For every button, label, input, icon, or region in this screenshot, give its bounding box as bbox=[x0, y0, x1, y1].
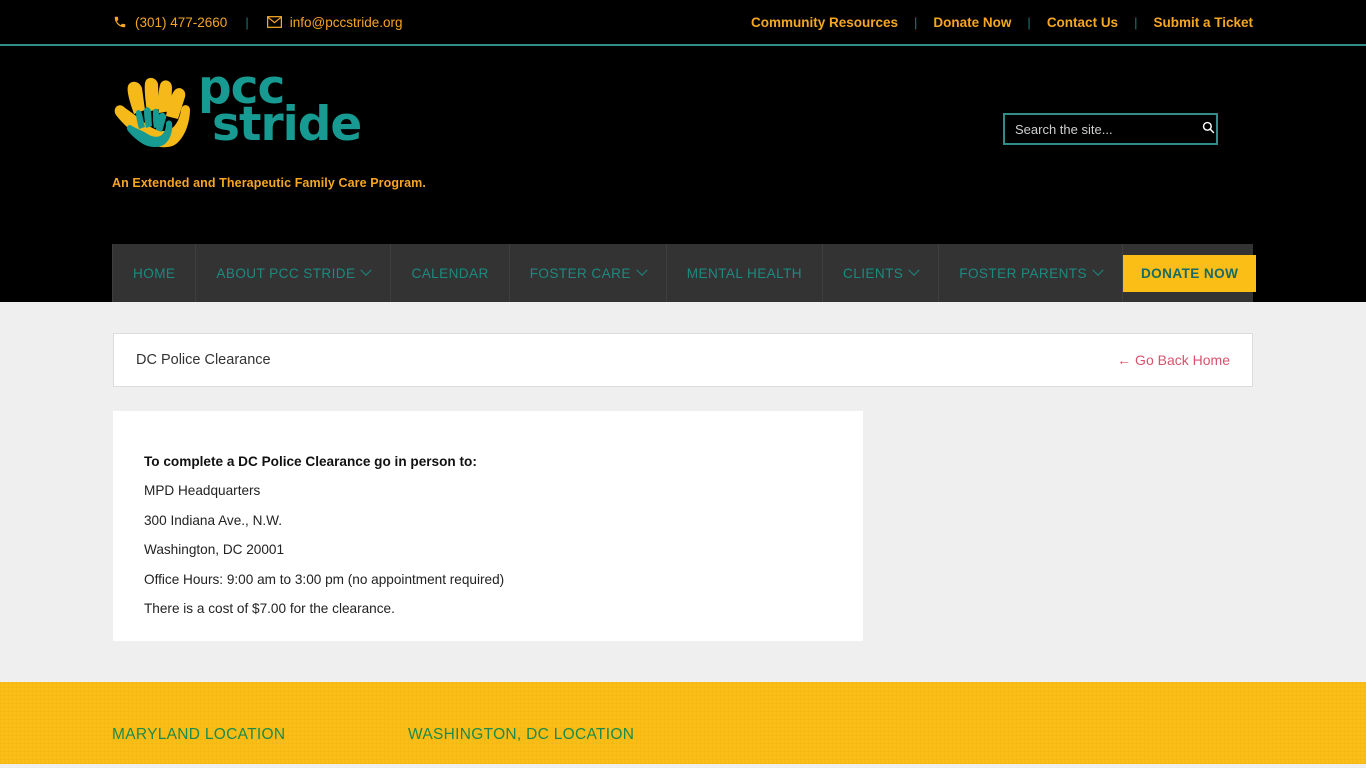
nav-label-calendar: CALENDAR bbox=[411, 265, 489, 281]
link-submit-a-ticket[interactable]: Submit a Ticket bbox=[1153, 15, 1253, 30]
phone-icon bbox=[112, 14, 128, 30]
topbar-separator-3: | bbox=[1027, 14, 1031, 30]
page-title: DC Police Clearance bbox=[136, 352, 271, 368]
nav-item-about-pcc-stride[interactable]: ABOUT PCC STRIDE bbox=[196, 244, 392, 302]
footer-title-washington-dc: WASHINGTON, DC LOCATION bbox=[408, 726, 635, 743]
body-line-hours: Office Hours: 9:00 am to 3:00 pm (no app… bbox=[144, 571, 505, 587]
site-tagline: An Extended and Therapeutic Family Care … bbox=[112, 176, 426, 190]
search-input[interactable] bbox=[1005, 115, 1201, 143]
topbar-separator-2: | bbox=[914, 14, 918, 30]
chevron-down-icon bbox=[360, 264, 373, 276]
footer-title-maryland: MARYLAND LOCATION bbox=[112, 726, 286, 743]
footer-column-washington-dc: WASHINGTON, DC LOCATION bbox=[408, 726, 634, 744]
nav-label-about-pcc-stride: ABOUT PCC STRIDE bbox=[216, 265, 356, 281]
search-submit-button[interactable] bbox=[1201, 115, 1216, 143]
nav-band: HOME ABOUT PCC STRIDE CALENDAR FOSTER CA… bbox=[0, 244, 1366, 302]
chevron-down-icon bbox=[636, 264, 648, 276]
envelope-icon bbox=[267, 14, 283, 30]
site-header: pcc stride An Extended and Therapeutic F… bbox=[0, 46, 1366, 244]
main-content: DC Police Clearance ← Go Back Home To co… bbox=[0, 302, 1366, 682]
go-back-home-link[interactable]: ← Go Back Home bbox=[1117, 352, 1230, 368]
topbar-separator-1: | bbox=[245, 14, 249, 30]
top-contact-group: (301) 477-2660 | info@pccstride.org bbox=[112, 14, 402, 30]
logo-wordmark: pcc stride bbox=[198, 64, 362, 152]
email-address: info@pccstride.org bbox=[289, 14, 403, 30]
primary-navigation: HOME ABOUT PCC STRIDE CALENDAR FOSTER CA… bbox=[112, 244, 1257, 302]
nav-label-mental-health: MENTAL HEALTH bbox=[686, 265, 803, 281]
email-link[interactable]: info@pccstride.org bbox=[267, 14, 403, 30]
phone-number: (301) 477-2660 bbox=[135, 14, 228, 30]
top-utility-bar: (301) 477-2660 | info@pccstride.org Comm… bbox=[0, 0, 1366, 46]
hand-logo-icon bbox=[112, 74, 204, 160]
site-search[interactable] bbox=[1003, 113, 1218, 145]
phone-link[interactable]: (301) 477-2660 bbox=[112, 14, 227, 30]
nav-item-calendar[interactable]: CALENDAR bbox=[391, 244, 510, 302]
nav-item-mental-health[interactable]: MENTAL HEALTH bbox=[667, 244, 824, 302]
nav-label-foster-parents: FOSTER PARENTS bbox=[959, 265, 1087, 281]
nav-label-home: HOME bbox=[133, 265, 176, 281]
body-line-lead: To complete a DC Police Clearance go in … bbox=[144, 454, 477, 469]
link-contact-us[interactable]: Contact Us bbox=[1047, 15, 1118, 30]
search-icon bbox=[1202, 121, 1215, 137]
nav-item-clients[interactable]: CLIENTS bbox=[823, 244, 940, 302]
nav-item-foster-care[interactable]: FOSTER CARE bbox=[510, 244, 667, 302]
body-line-cost: There is a cost of $7.00 for the clearan… bbox=[144, 601, 395, 617]
logo-word-stride: stride bbox=[212, 96, 362, 152]
nav-item-foster-parents[interactable]: FOSTER PARENTS bbox=[939, 244, 1123, 302]
article-body: To complete a DC Police Clearance go in … bbox=[113, 411, 863, 641]
chevron-down-icon bbox=[908, 264, 920, 276]
nav-label-clients: CLIENTS bbox=[843, 265, 904, 281]
donate-now-button[interactable]: DONATE NOW bbox=[1122, 254, 1257, 292]
page-title-bar: DC Police Clearance ← Go Back Home bbox=[113, 333, 1253, 387]
site-footer: MARYLAND LOCATION WASHINGTON, DC LOCATIO… bbox=[0, 682, 1366, 764]
footer-column-maryland: MARYLAND LOCATION bbox=[112, 726, 408, 744]
body-line-org: MPD Headquarters bbox=[144, 483, 261, 499]
link-community-resources[interactable]: Community Resources bbox=[751, 15, 898, 30]
link-donate-now[interactable]: Donate Now bbox=[933, 15, 1011, 30]
site-logo[interactable]: pcc stride An Extended and Therapeutic F… bbox=[112, 64, 532, 190]
chevron-down-icon bbox=[1092, 264, 1104, 276]
nav-label-foster-care: FOSTER CARE bbox=[529, 265, 631, 281]
body-line-city: Washington, DC 20001 bbox=[144, 542, 285, 558]
footer-columns: MARYLAND LOCATION WASHINGTON, DC LOCATIO… bbox=[112, 726, 634, 744]
nav-item-home[interactable]: HOME bbox=[112, 244, 197, 302]
top-quicklinks: Community Resources | Donate Now | Conta… bbox=[751, 15, 1253, 30]
topbar-separator-4: | bbox=[1134, 14, 1138, 30]
body-line-street: 300 Indiana Ave., N.W. bbox=[144, 512, 283, 528]
